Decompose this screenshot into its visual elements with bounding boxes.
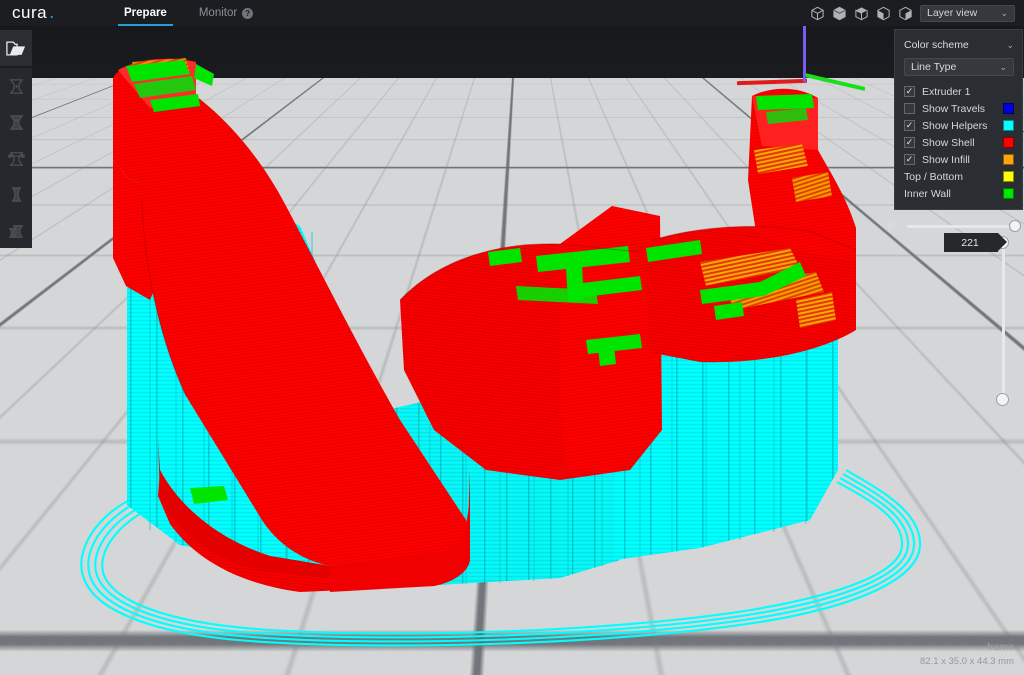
- checkbox-show-infill[interactable]: ✓: [904, 154, 915, 165]
- legend-swatch-top-bottom: [1003, 171, 1014, 182]
- legend-swatch: [1003, 86, 1014, 97]
- legend-row-show-shell[interactable]: ✓ Show Shell: [904, 134, 1014, 151]
- view-3d-icon[interactable]: [810, 6, 825, 21]
- object-dimensions: 82.1 x 35.0 x 44.3 mm: [920, 656, 1014, 667]
- help-icon[interactable]: ?: [242, 7, 254, 19]
- color-scheme-header[interactable]: Color scheme ⌄: [904, 37, 1014, 53]
- checkbox-show-shell[interactable]: ✓: [904, 137, 915, 148]
- 3d-viewport[interactable]: [0, 0, 1024, 675]
- logo-dot: .: [49, 2, 55, 23]
- legend-row-show-travels[interactable]: ✓ Show Travels: [904, 100, 1014, 117]
- top-application-bar: cura . Prepare Monitor ? Layer view ⌄: [0, 0, 1024, 26]
- legend-label: Extruder 1: [922, 85, 971, 98]
- tab-monitor-label: Monitor: [198, 7, 238, 19]
- legend-label: Show Helpers: [922, 119, 988, 132]
- color-scheme-panel: Color scheme ⌄ Line Type ⌄ ✓ Extruder 1 …: [894, 29, 1023, 210]
- layer-number-value: 221: [961, 236, 979, 249]
- tab-prepare[interactable]: Prepare: [108, 0, 183, 26]
- legend-label: Show Shell: [922, 136, 975, 149]
- chevron-down-icon: ⌄: [1000, 7, 1008, 18]
- view-left-icon[interactable]: [876, 6, 891, 21]
- object-name: frame: [987, 641, 1014, 653]
- layer-slider[interactable]: [996, 236, 1010, 406]
- legend-row-extruder-1[interactable]: ✓ Extruder 1: [904, 83, 1014, 100]
- view-top-icon[interactable]: [854, 6, 869, 21]
- object-info: frame 82.1 x 35.0 x 44.3 mm: [920, 641, 1014, 667]
- legend-row-top-bottom: Top / Bottom: [904, 168, 1014, 185]
- layer-number-field[interactable]: 221: [944, 233, 1007, 252]
- legend-row-inner-wall: Inner Wall: [904, 185, 1014, 202]
- left-tool-panel: [0, 30, 32, 248]
- chevron-down-icon: ⌄: [999, 61, 1007, 72]
- legend-swatch-shell: [1003, 137, 1014, 148]
- checkbox-show-helpers[interactable]: ✓: [904, 120, 915, 131]
- legend-label: Show Travels: [922, 102, 986, 115]
- legend-row-show-helpers[interactable]: ✓ Show Helpers: [904, 117, 1014, 134]
- layer-slider-lower-handle[interactable]: [996, 393, 1009, 406]
- color-scheme-title: Color scheme: [904, 39, 969, 51]
- open-file-icon[interactable]: [0, 30, 32, 66]
- tab-monitor[interactable]: Monitor ?: [183, 0, 269, 26]
- view-controls: Layer view ⌄: [810, 4, 1024, 22]
- legend-swatch-inner-wall: [1003, 188, 1014, 199]
- path-slider-track[interactable]: [907, 220, 1021, 232]
- checkbox-extruder-1[interactable]: ✓: [904, 86, 915, 97]
- tab-prepare-label: Prepare: [124, 7, 167, 19]
- checkbox-show-travels[interactable]: ✓: [904, 103, 915, 114]
- view-right-icon[interactable]: [898, 6, 913, 21]
- mirror-tool-icon: [0, 176, 32, 212]
- chevron-down-icon: ⌄: [1006, 39, 1014, 50]
- view-mode-dropdown[interactable]: Layer view ⌄: [920, 4, 1015, 22]
- view-mode-label: Layer view: [927, 7, 978, 19]
- legend-row-show-infill[interactable]: ✓ Show Infill: [904, 151, 1014, 168]
- sliced-model-gcode-preview: [0, 0, 1024, 675]
- scale-tool-icon: [0, 104, 32, 140]
- play-icon[interactable]: [888, 220, 897, 232]
- move-tool-icon: [0, 68, 32, 104]
- legend-label: Top / Bottom: [904, 170, 963, 183]
- path-slider[interactable]: [888, 219, 1021, 233]
- cura-logo: cura .: [12, 2, 88, 24]
- stage-tabs: Prepare Monitor ?: [108, 0, 269, 26]
- logo-text: cura: [12, 3, 48, 22]
- color-scheme-dropdown[interactable]: Line Type ⌄: [904, 58, 1014, 76]
- layer-slider-track[interactable]: [1001, 242, 1005, 400]
- cura-application-window: cura . Prepare Monitor ? Layer view ⌄ Co…: [0, 0, 1024, 675]
- legend-swatch-helpers: [1003, 120, 1014, 131]
- color-scheme-value: Line Type: [911, 61, 957, 73]
- per-model-setting-icon: [0, 212, 32, 248]
- view-front-icon[interactable]: [832, 6, 847, 21]
- legend-label: Show Infill: [922, 153, 970, 166]
- rotate-tool-icon: [0, 140, 32, 176]
- path-slider-handle[interactable]: [1009, 220, 1021, 232]
- legend-swatch-infill: [1003, 154, 1014, 165]
- legend-swatch-travels: [1003, 103, 1014, 114]
- legend-label: Inner Wall: [904, 187, 951, 200]
